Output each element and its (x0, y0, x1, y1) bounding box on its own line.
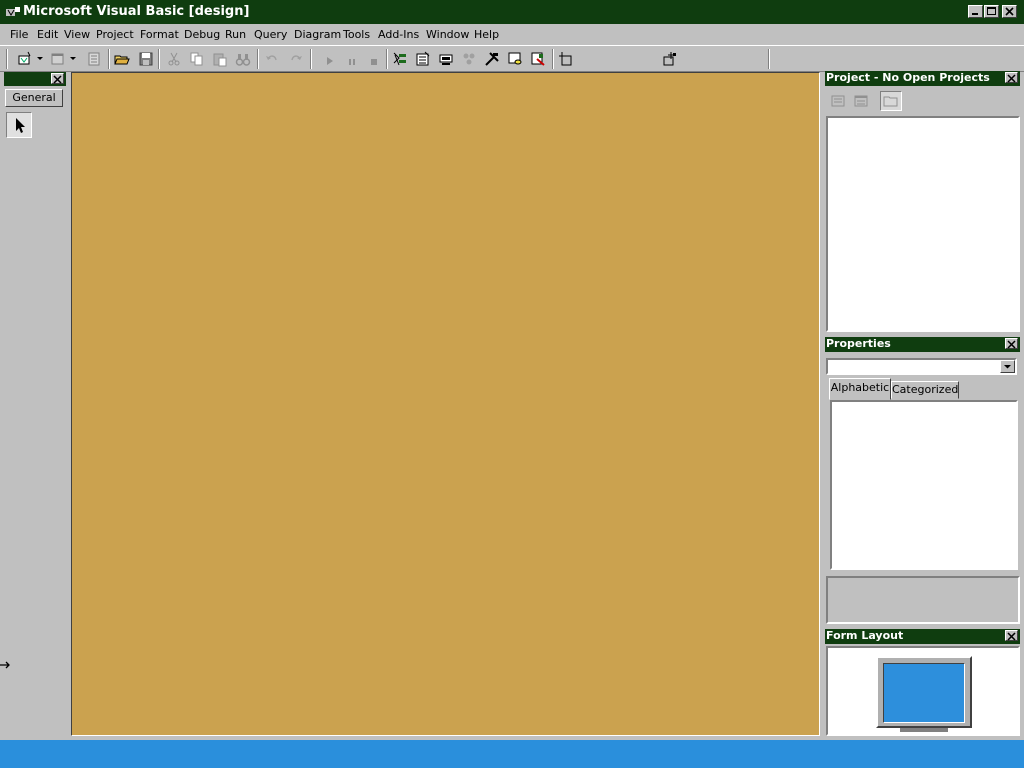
toolbar-separator (768, 49, 770, 69)
menu-editor-icon[interactable] (86, 51, 102, 67)
size-icon[interactable] (662, 51, 678, 67)
properties-pane-caption[interactable]: Properties (825, 337, 1020, 352)
close-button[interactable] (1002, 5, 1017, 18)
menu-edit[interactable]: Edit (37, 28, 58, 41)
add-form-dropdown-icon[interactable] (69, 55, 77, 71)
menu-run[interactable]: Run (225, 28, 246, 41)
find-icon[interactable] (235, 51, 251, 67)
open-project-icon[interactable] (114, 51, 130, 67)
menu-debug[interactable]: Debug (184, 28, 220, 41)
monitor-stand (900, 728, 948, 732)
cut-icon[interactable] (166, 51, 182, 67)
add-project-dropdown-icon[interactable] (36, 55, 44, 71)
maximize-button[interactable] (984, 5, 999, 18)
tab-categorized[interactable]: Categorized (891, 381, 959, 399)
object-selector-dropdown[interactable] (826, 358, 1017, 375)
close-icon[interactable] (1005, 630, 1018, 641)
add-project-icon[interactable] (17, 51, 33, 67)
menu-window[interactable]: Window (426, 28, 469, 41)
properties-grid[interactable] (830, 400, 1018, 570)
menu-diagram[interactable]: Diagram (294, 28, 341, 41)
project-explorer-icon[interactable] (392, 51, 408, 67)
window-title: Microsoft Visual Basic [design] (23, 4, 250, 19)
pointer-icon (16, 118, 25, 133)
toolbox-general-tab[interactable]: General (5, 89, 63, 107)
menu-file[interactable]: File (10, 28, 28, 41)
toolbar-separator (108, 49, 110, 69)
mdi-workspace[interactable] (71, 72, 820, 736)
toolbar-separator (158, 49, 160, 69)
position-icon[interactable] (558, 51, 574, 67)
form-layout-pane-title: Form Layout (826, 629, 904, 642)
property-description-area (826, 576, 1020, 624)
toggle-folders-icon[interactable] (880, 91, 902, 111)
copy-icon[interactable] (189, 51, 205, 67)
toolbar-separator (386, 49, 388, 69)
toolbox-panel: General (0, 72, 70, 736)
close-icon[interactable] (51, 73, 64, 84)
title-bar: Microsoft Visual Basic [design] (0, 0, 1024, 24)
menu-tools[interactable]: Tools (343, 28, 370, 41)
end-icon[interactable] (366, 51, 382, 67)
form-layout-area[interactable] (826, 646, 1020, 736)
chevron-down-icon[interactable] (1000, 360, 1015, 373)
toolbar-separator (552, 49, 554, 69)
component-manager-icon[interactable] (530, 51, 546, 67)
form-layout-pane-caption[interactable]: Form Layout (825, 629, 1020, 644)
toolbar-separator (310, 49, 312, 69)
add-form-icon[interactable] (50, 51, 66, 67)
start-icon[interactable] (322, 51, 338, 67)
properties-pane-title: Properties (826, 337, 891, 350)
close-icon[interactable] (1005, 338, 1018, 349)
project-pane-caption[interactable]: Project - No Open Projects (825, 71, 1020, 86)
vb-app-icon[interactable] (6, 7, 20, 18)
menu-query[interactable]: Query (254, 28, 287, 41)
menu-project[interactable]: Project (96, 28, 134, 41)
monitor-preview (876, 656, 972, 728)
pointer-tool[interactable] (6, 112, 32, 138)
toolbar-separator (257, 49, 259, 69)
monitor-screen (883, 663, 965, 723)
tab-alphabetic[interactable]: Alphabetic (829, 378, 891, 400)
taskbar (0, 740, 1024, 768)
save-project-icon[interactable] (138, 51, 154, 67)
menu-view[interactable]: View (64, 28, 90, 41)
menu-format[interactable]: Format (140, 28, 179, 41)
menu-add-ins[interactable]: Add-Ins (378, 28, 419, 41)
toolbox-icon[interactable] (484, 51, 500, 67)
paste-icon[interactable] (212, 51, 228, 67)
break-icon[interactable] (344, 51, 360, 67)
redo-icon[interactable] (288, 51, 304, 67)
menu-help[interactable]: Help (474, 28, 499, 41)
object-browser-icon[interactable] (461, 51, 477, 67)
menu-bar: File Edit View Project Format Debug Run … (0, 24, 1024, 45)
properties-window-icon[interactable] (415, 51, 431, 67)
minimize-button[interactable] (968, 5, 983, 18)
toolbar-grip[interactable] (6, 49, 8, 69)
project-pane-title: Project - No Open Projects (826, 71, 990, 84)
form-layout-icon[interactable] (438, 51, 454, 67)
standard-toolbar (0, 45, 1024, 72)
data-view-icon[interactable] (507, 51, 523, 67)
view-code-icon[interactable] (830, 93, 846, 109)
project-tree-view[interactable] (826, 116, 1020, 332)
toolbox-caption[interactable] (4, 72, 66, 86)
undo-icon[interactable] (264, 51, 280, 67)
arrow-right-icon (0, 660, 12, 670)
view-object-icon[interactable] (853, 93, 869, 109)
close-icon[interactable] (1005, 72, 1018, 83)
